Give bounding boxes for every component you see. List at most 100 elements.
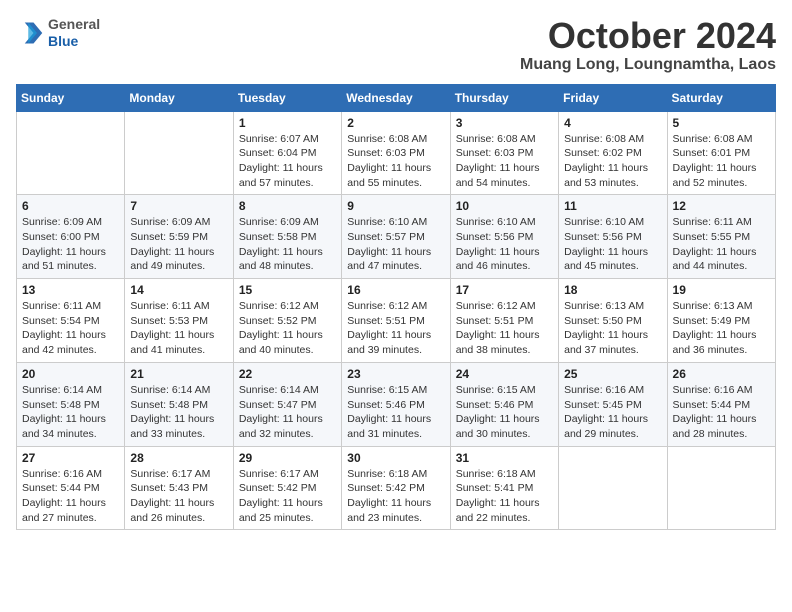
day-number: 15 [239,283,336,297]
day-number: 4 [564,116,661,130]
day-number: 5 [673,116,770,130]
day-info: Sunrise: 6:10 AM Sunset: 5:57 PM Dayligh… [347,215,444,274]
day-number: 8 [239,199,336,213]
day-info: Sunrise: 6:11 AM Sunset: 5:54 PM Dayligh… [22,299,119,358]
calendar-cell: 16 Sunrise: 6:12 AM Sunset: 5:51 PM Dayli… [342,279,450,363]
day-info: Sunrise: 6:09 AM Sunset: 5:58 PM Dayligh… [239,215,336,274]
weekday-header-cell: Thursday [450,84,558,111]
month-title: October 2024 [520,16,776,56]
calendar-week-row: 13 Sunrise: 6:11 AM Sunset: 5:54 PM Dayli… [17,279,776,363]
weekday-header-cell: Sunday [17,84,125,111]
calendar-cell: 13 Sunrise: 6:11 AM Sunset: 5:54 PM Dayli… [17,279,125,363]
day-info: Sunrise: 6:10 AM Sunset: 5:56 PM Dayligh… [564,215,661,274]
day-info: Sunrise: 6:08 AM Sunset: 6:03 PM Dayligh… [347,132,444,191]
calendar-cell: 2 Sunrise: 6:08 AM Sunset: 6:03 PM Daylig… [342,111,450,195]
day-info: Sunrise: 6:09 AM Sunset: 6:00 PM Dayligh… [22,215,119,274]
calendar-cell: 31Sunrise: 6:18 AM Sunset: 5:41 PM Dayli… [450,446,558,530]
day-info: Sunrise: 6:15 AM Sunset: 5:46 PM Dayligh… [347,383,444,442]
calendar-week-row: 27 Sunrise: 6:16 AM Sunset: 5:44 PM Dayli… [17,446,776,530]
day-info: Sunrise: 6:17 AM Sunset: 5:43 PM Dayligh… [130,467,227,526]
weekday-header-cell: Wednesday [342,84,450,111]
header: General Blue October 2024 Muang Long, Lo… [16,16,776,74]
day-info: Sunrise: 6:15 AM Sunset: 5:46 PM Dayligh… [456,383,553,442]
calendar-cell [125,111,233,195]
calendar-cell: 17 Sunrise: 6:12 AM Sunset: 5:51 PM Dayli… [450,279,558,363]
location: Muang Long, Loungnamtha, Laos [520,56,776,74]
day-number: 17 [456,283,553,297]
day-number: 2 [347,116,444,130]
calendar-cell: 5 Sunrise: 6:08 AM Sunset: 6:01 PM Daylig… [667,111,775,195]
day-number: 22 [239,367,336,381]
calendar-week-row: 20Sunrise: 6:14 AM Sunset: 5:48 PM Dayli… [17,362,776,446]
day-number: 7 [130,199,227,213]
day-info: Sunrise: 6:18 AM Sunset: 5:42 PM Dayligh… [347,467,444,526]
calendar-cell: 23 Sunrise: 6:15 AM Sunset: 5:46 PM Dayli… [342,362,450,446]
calendar-cell: 21Sunrise: 6:14 AM Sunset: 5:48 PM Dayli… [125,362,233,446]
day-info: Sunrise: 6:18 AM Sunset: 5:41 PM Dayligh… [456,467,553,526]
calendar-cell: 8 Sunrise: 6:09 AM Sunset: 5:58 PM Daylig… [233,195,341,279]
calendar-cell [667,446,775,530]
day-number: 21 [130,367,227,381]
day-info: Sunrise: 6:13 AM Sunset: 5:49 PM Dayligh… [673,299,770,358]
calendar-cell: 7 Sunrise: 6:09 AM Sunset: 5:59 PM Daylig… [125,195,233,279]
calendar-cell: 1 Sunrise: 6:07 AM Sunset: 6:04 PM Daylig… [233,111,341,195]
weekday-header-row: SundayMondayTuesdayWednesdayThursdayFrid… [17,84,776,111]
calendar-cell: 12 Sunrise: 6:11 AM Sunset: 5:55 PM Dayli… [667,195,775,279]
day-number: 9 [347,199,444,213]
day-number: 1 [239,116,336,130]
calendar-cell: 19 Sunrise: 6:13 AM Sunset: 5:49 PM Dayli… [667,279,775,363]
day-info: Sunrise: 6:13 AM Sunset: 5:50 PM Dayligh… [564,299,661,358]
day-info: Sunrise: 6:12 AM Sunset: 5:51 PM Dayligh… [347,299,444,358]
title-area: October 2024 Muang Long, Loungnamtha, La… [520,16,776,74]
day-number: 12 [673,199,770,213]
calendar-cell [559,446,667,530]
day-info: Sunrise: 6:12 AM Sunset: 5:51 PM Dayligh… [456,299,553,358]
day-number: 11 [564,199,661,213]
day-info: Sunrise: 6:08 AM Sunset: 6:01 PM Dayligh… [673,132,770,191]
day-number: 10 [456,199,553,213]
calendar-cell: 18Sunrise: 6:13 AM Sunset: 5:50 PM Dayli… [559,279,667,363]
day-number: 16 [347,283,444,297]
day-number: 28 [130,451,227,465]
calendar-cell: 22 Sunrise: 6:14 AM Sunset: 5:47 PM Dayli… [233,362,341,446]
day-number: 13 [22,283,119,297]
weekday-header-cell: Saturday [667,84,775,111]
calendar-cell: 6Sunrise: 6:09 AM Sunset: 6:00 PM Daylig… [17,195,125,279]
calendar-cell: 20Sunrise: 6:14 AM Sunset: 5:48 PM Dayli… [17,362,125,446]
day-info: Sunrise: 6:14 AM Sunset: 5:47 PM Dayligh… [239,383,336,442]
day-number: 27 [22,451,119,465]
calendar-cell: 3 Sunrise: 6:08 AM Sunset: 6:03 PM Daylig… [450,111,558,195]
logo-general-text: General [48,16,100,33]
day-info: Sunrise: 6:11 AM Sunset: 5:55 PM Dayligh… [673,215,770,274]
day-number: 24 [456,367,553,381]
calendar-week-row: 1 Sunrise: 6:07 AM Sunset: 6:04 PM Daylig… [17,111,776,195]
calendar-cell: 25Sunrise: 6:16 AM Sunset: 5:45 PM Dayli… [559,362,667,446]
calendar-cell: 29Sunrise: 6:17 AM Sunset: 5:42 PM Dayli… [233,446,341,530]
day-info: Sunrise: 6:09 AM Sunset: 5:59 PM Dayligh… [130,215,227,274]
day-number: 19 [673,283,770,297]
calendar-cell: 9 Sunrise: 6:10 AM Sunset: 5:57 PM Daylig… [342,195,450,279]
calendar-cell: 26 Sunrise: 6:16 AM Sunset: 5:44 PM Dayli… [667,362,775,446]
day-info: Sunrise: 6:16 AM Sunset: 5:44 PM Dayligh… [22,467,119,526]
calendar-cell: 10Sunrise: 6:10 AM Sunset: 5:56 PM Dayli… [450,195,558,279]
day-info: Sunrise: 6:08 AM Sunset: 6:02 PM Dayligh… [564,132,661,191]
calendar-cell: 4 Sunrise: 6:08 AM Sunset: 6:02 PM Daylig… [559,111,667,195]
day-number: 23 [347,367,444,381]
calendar-table: SundayMondayTuesdayWednesdayThursdayFrid… [16,84,776,531]
day-info: Sunrise: 6:11 AM Sunset: 5:53 PM Dayligh… [130,299,227,358]
calendar-cell: 15 Sunrise: 6:12 AM Sunset: 5:52 PM Dayli… [233,279,341,363]
logo: General Blue [16,16,100,50]
day-number: 20 [22,367,119,381]
day-info: Sunrise: 6:07 AM Sunset: 6:04 PM Dayligh… [239,132,336,191]
day-info: Sunrise: 6:12 AM Sunset: 5:52 PM Dayligh… [239,299,336,358]
logo-text: General Blue [48,16,100,50]
day-info: Sunrise: 6:16 AM Sunset: 5:44 PM Dayligh… [673,383,770,442]
day-number: 3 [456,116,553,130]
day-info: Sunrise: 6:08 AM Sunset: 6:03 PM Dayligh… [456,132,553,191]
day-number: 29 [239,451,336,465]
calendar-cell: 11 Sunrise: 6:10 AM Sunset: 5:56 PM Dayli… [559,195,667,279]
calendar-cell: 28 Sunrise: 6:17 AM Sunset: 5:43 PM Dayli… [125,446,233,530]
calendar-cell: 14Sunrise: 6:11 AM Sunset: 5:53 PM Dayli… [125,279,233,363]
logo-blue-text: Blue [48,33,100,50]
day-number: 26 [673,367,770,381]
